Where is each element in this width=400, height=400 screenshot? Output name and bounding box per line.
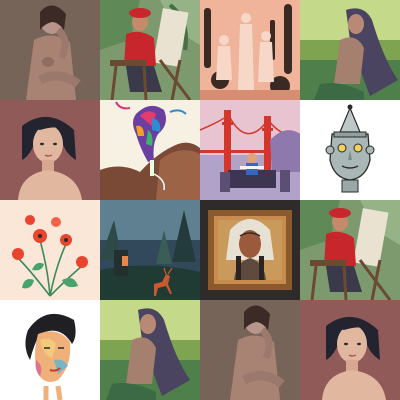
artwork-tile-colorful-bird[interactable] [100,100,200,200]
artwork-tile-cactus-figures[interactable] [200,0,300,100]
bob-portrait-image [0,100,100,200]
artwork-tile-bob-portrait-repeat[interactable] [300,300,400,400]
artwork-tile-forest-deer[interactable] [100,200,200,300]
colorful-face-image [0,300,100,400]
artwork-tile-long-hair-woman-repeat[interactable] [100,300,200,400]
seated-figure-repeat-image [200,300,300,400]
golden-gate-image [200,100,300,200]
artwork-tile-seated-figure-repeat[interactable] [200,300,300,400]
artwork-tile-long-hair-woman[interactable] [300,0,400,100]
tin-man-image [300,100,400,200]
forest-deer-image [100,200,200,300]
bob-portrait-repeat-image [300,300,400,400]
artwork-tile-tin-man[interactable] [300,100,400,200]
seated-figure-image [0,0,100,100]
artwork-tile-painter[interactable] [100,0,200,100]
colorful-bird-image [100,100,200,200]
artwork-tile-colorful-face[interactable] [0,300,100,400]
artwork-tile-seated-figure[interactable] [0,0,100,100]
long-hair-woman-image [300,0,400,100]
painter-image [100,0,200,100]
cactus-figures-image [200,0,300,100]
artwork-tile-poppies[interactable] [0,200,100,300]
long-hair-woman-repeat-image [100,300,200,400]
poppies-image [0,200,100,300]
artwork-tile-painter-repeat[interactable] [300,200,400,300]
painter-repeat-image [300,200,400,300]
artwork-tile-golden-gate[interactable] [200,100,300,200]
framed-chief-image [200,200,300,300]
artwork-tile-framed-chief[interactable] [200,200,300,300]
artwork-tile-bob-portrait[interactable] [0,100,100,200]
artwork-grid [0,0,400,400]
